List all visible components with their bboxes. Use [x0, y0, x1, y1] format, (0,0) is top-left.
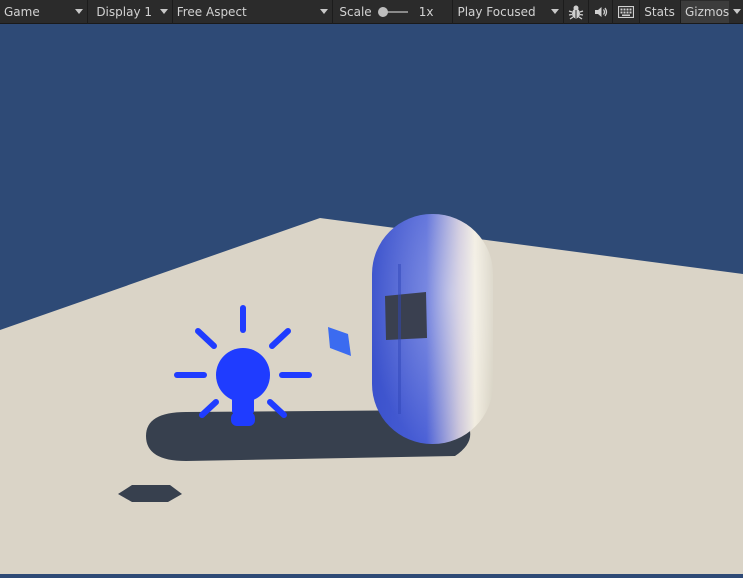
scale-value: 1x [418, 4, 434, 19]
aspect-select-label: Free Aspect [176, 4, 247, 19]
gizmos-toggle[interactable]: Gizmos [680, 0, 730, 23]
scene-render [0, 24, 743, 574]
display-select[interactable]: Display 1 [88, 1, 171, 23]
scale-control: Scale 1x [333, 1, 452, 23]
view-select-label: Game [4, 4, 40, 19]
stats-label: Stats [644, 4, 675, 19]
scale-label: Scale [339, 4, 372, 19]
display-select-label: Display 1 [96, 4, 152, 19]
game-viewport[interactable] [0, 24, 743, 574]
speaker-icon [594, 6, 607, 17]
scale-slider[interactable] [377, 6, 412, 18]
game-view-toolbar: Game Display 1 Free Aspect Scale 1x Play… [0, 0, 743, 24]
stats-toggle[interactable]: Stats [640, 1, 680, 23]
gizmos-menu-button[interactable] [729, 1, 743, 23]
audio-mute-button[interactable] [589, 1, 613, 23]
chevron-down-icon [75, 8, 84, 14]
keyboard-shortcuts-button[interactable] [613, 1, 639, 23]
play-mode-select-label: Play Focused [457, 4, 536, 19]
gizmos-label: Gizmos [684, 4, 730, 19]
chevron-down-icon [550, 8, 559, 14]
debug-button[interactable] [564, 1, 588, 23]
aspect-select[interactable]: Free Aspect [173, 1, 333, 23]
bug-icon [568, 5, 583, 20]
chevron-down-icon [732, 8, 741, 14]
capsule-object [372, 214, 493, 444]
play-mode-select[interactable]: Play Focused [453, 1, 562, 23]
chevron-down-icon [159, 8, 168, 14]
keyboard-icon [618, 5, 635, 18]
view-select[interactable]: Game [0, 1, 87, 23]
chevron-down-icon [320, 8, 329, 14]
scale-slider-thumb[interactable] [377, 6, 388, 17]
